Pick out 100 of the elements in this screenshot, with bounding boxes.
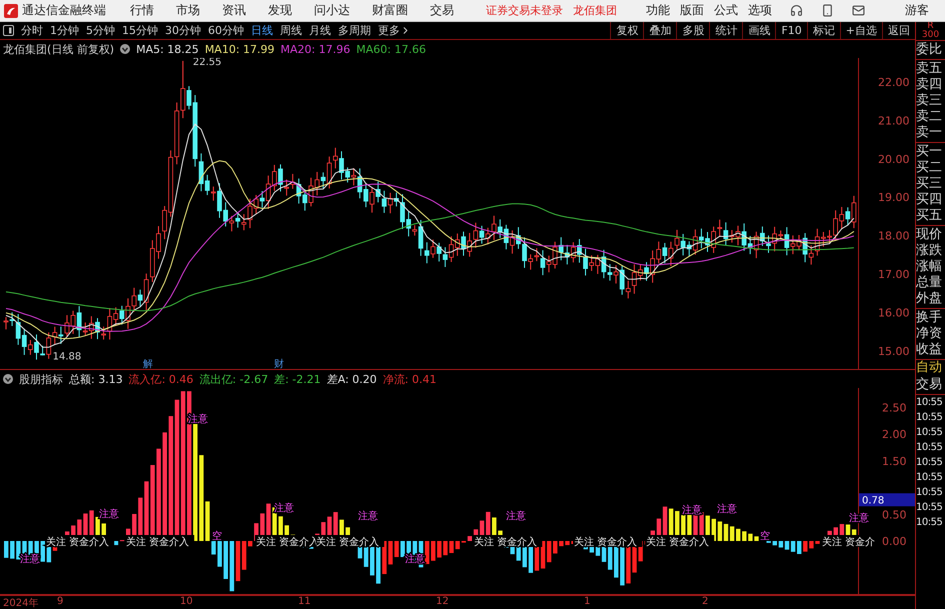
price-axis-label: 18.00 [878, 230, 910, 243]
price-axis-label: 20.00 [878, 152, 910, 166]
trade-time: 10:55 [916, 471, 944, 485]
dropdown-icon[interactable] [120, 44, 130, 54]
indicator-value: 流出亿: -2.67 [199, 372, 268, 386]
menu-item[interactable]: 问小达 [314, 2, 350, 19]
toolbar-button[interactable]: 返回 [882, 22, 915, 39]
indicator-axis-label: 2.00 [882, 428, 906, 441]
indicator-value: 净流: 0.41 [382, 372, 436, 386]
quote-field-label: 卖三 [916, 93, 943, 109]
trade-time: 10:55 [916, 426, 944, 440]
panel-toggle-icon[interactable] [3, 25, 14, 36]
moving-average-value: MA20: 17.96 [280, 42, 350, 56]
period-tab[interactable]: 5分钟 [86, 23, 115, 38]
toolbar-button[interactable]: 多股 [676, 22, 710, 39]
toolbar-button[interactable]: 标记 [806, 22, 840, 39]
indicator-value: 总额: 3.13 [69, 372, 123, 386]
period-tab[interactable]: 30分钟 [165, 23, 201, 38]
indicator-axis-label: 2.50 [882, 401, 906, 414]
quote-field-label: 卖一 [916, 125, 943, 141]
period-tab[interactable]: 15分钟 [122, 23, 158, 38]
signal-label: 关注 资金介入 [574, 537, 638, 548]
price-axis-label: 19.00 [878, 191, 910, 204]
phone-icon[interactable] [821, 4, 834, 17]
quote-field-label: 外盘 [916, 291, 943, 307]
value-highlight-box: 0.78 [859, 493, 915, 506]
toolbar-button[interactable]: 统计 [709, 22, 742, 39]
menu-item[interactable]: 财富圈 [372, 2, 408, 19]
warning-label: 注意 [506, 511, 526, 522]
date-axis-label: 2 [702, 596, 708, 607]
trade-time: 10:55 [916, 396, 944, 410]
period-tab[interactable]: 多周期 [338, 23, 371, 38]
menu-item[interactable]: 功能 [646, 2, 670, 19]
dropdown-icon[interactable] [3, 374, 13, 384]
empty-signal-label: 空 [212, 531, 222, 542]
menu-item[interactable]: 交易 [430, 2, 454, 19]
quote-field-label: 卖四 [916, 77, 943, 93]
menu-item[interactable]: 市场 [176, 2, 200, 19]
trade-time: 10:55 [916, 411, 944, 425]
moving-average-value: MA10: 17.99 [204, 42, 275, 56]
period-tab[interactable]: 月线 [309, 23, 331, 38]
signal-label: 关注 资金介入 [316, 537, 380, 548]
toolbar-button[interactable]: 叠加 [643, 22, 676, 39]
signal-label: 关注 资金介入 [126, 537, 190, 548]
signal-label: 关注 资金介 [822, 537, 876, 548]
trade-label[interactable]: 交易 [916, 377, 945, 393]
notice-text: 证券交易未登录 [486, 3, 563, 18]
toolbar-button[interactable]: 复权 [610, 22, 644, 39]
signal-label: 关注 资金介入 [46, 537, 110, 548]
notice-text: 龙佰集团 [573, 3, 617, 18]
quote-field-label: 买二 [916, 160, 943, 176]
user-label[interactable]: 游客 [905, 2, 929, 19]
event-marker[interactable]: 财 [274, 359, 284, 369]
quote-field-label: 换手 [916, 310, 943, 326]
quote-field-label: 买四 [916, 192, 943, 208]
quote-field-label: 收益 [916, 342, 943, 358]
toolbar-button[interactable]: +自选 [840, 22, 882, 39]
quote-field-label: 委比 [916, 42, 943, 58]
quote-field-label: 买五 [916, 208, 943, 224]
signal-label: 关注 资金介入 [646, 537, 710, 548]
moving-average-value: MA60: 17.66 [356, 42, 426, 56]
period-tab[interactable]: 周线 [280, 23, 302, 38]
indicator-axis-label: 0.00 [882, 535, 906, 548]
headset-icon[interactable] [790, 4, 803, 17]
menu-item[interactable]: 行情 [130, 2, 154, 19]
period-tab[interactable]: 60分钟 [208, 23, 244, 38]
price-axis-label: 17.00 [878, 268, 910, 281]
menu-item[interactable]: 选项 [748, 2, 772, 19]
toolbar-button[interactable]: F10 [775, 22, 807, 39]
app-title: 通达信金融终端 [22, 2, 106, 19]
date-axis-label: 10 [180, 596, 193, 607]
menu-item[interactable]: 发现 [268, 2, 292, 19]
warning-label: 注意 [274, 503, 294, 514]
price-axis-label: 16.00 [878, 306, 910, 320]
indicator-value: 流入亿: 0.46 [128, 372, 194, 386]
trade-time: 10:55 [916, 456, 944, 470]
period-tab[interactable]: 日线 [251, 23, 273, 38]
quote-field-label: 买三 [916, 176, 943, 192]
mail-icon[interactable] [852, 4, 865, 17]
more-tab[interactable]: 更多 [378, 23, 411, 38]
menu-item[interactable]: 版面 [680, 2, 704, 19]
period-tab[interactable]: 1分钟 [50, 23, 79, 38]
menu-item[interactable]: 资讯 [222, 2, 246, 19]
date-axis-label: 2024年 [3, 597, 38, 609]
indicator-value: 差: -2.21 [274, 372, 321, 386]
warning-label: 注意 [358, 511, 378, 522]
date-axis-label: 9 [57, 596, 64, 607]
app-logo-icon [4, 4, 18, 18]
quote-field-label: 卖二 [916, 109, 943, 125]
menu-item[interactable]: 公式 [714, 2, 738, 19]
event-marker[interactable]: 解 [143, 359, 153, 369]
price-axis-label: 15.00 [878, 344, 910, 358]
warning-label: 注意 [717, 504, 737, 515]
trade-time: 10:55 [916, 441, 944, 455]
low-price-label: 14.88 [52, 351, 82, 362]
trade-time: 10:55 [916, 486, 944, 500]
period-tab[interactable]: 分时 [21, 23, 43, 38]
auto-trade-label[interactable]: 自动 [916, 360, 945, 376]
trade-time: 10:55 [916, 501, 944, 515]
toolbar-button[interactable]: 画线 [742, 22, 776, 39]
